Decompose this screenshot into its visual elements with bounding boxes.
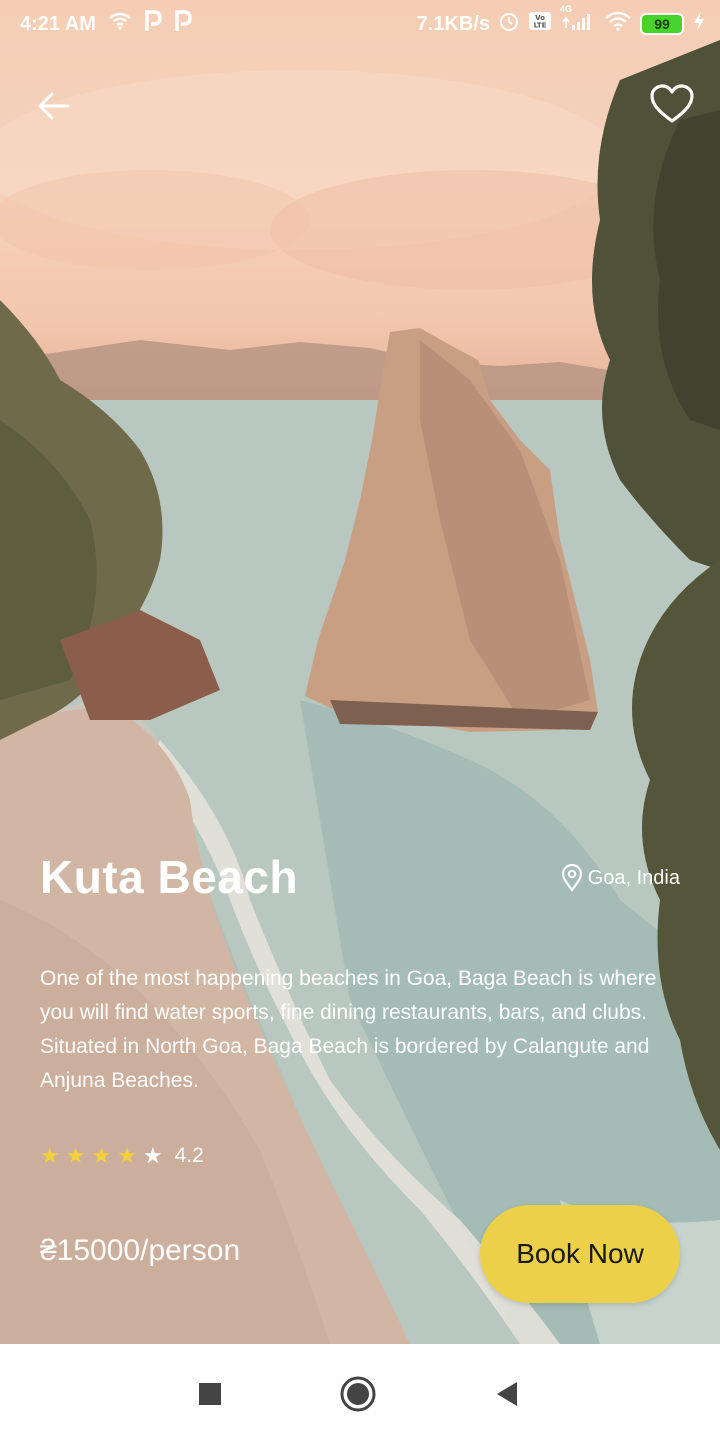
book-now-button[interactable]: Book Now bbox=[480, 1205, 680, 1303]
status-bar-left: 4:21 AM bbox=[20, 10, 192, 38]
location-pin-icon bbox=[561, 864, 582, 892]
price-label: ₴15000/person bbox=[40, 1234, 241, 1267]
rating-value: 4.2 bbox=[174, 1144, 204, 1167]
network-speed: 7.1KB/s bbox=[416, 12, 490, 35]
navigation-bar bbox=[0, 1344, 720, 1440]
star-icon: ★ bbox=[65, 1143, 86, 1168]
star-icon: ★ bbox=[142, 1143, 163, 1168]
signal-icon: 4G bbox=[560, 4, 596, 38]
place-description: One of the most happening beaches in Goa… bbox=[40, 967, 657, 1092]
alarm-icon bbox=[498, 10, 520, 38]
favorite-button[interactable] bbox=[648, 82, 696, 126]
home-button[interactable] bbox=[338, 1374, 378, 1414]
back-button[interactable] bbox=[32, 84, 76, 128]
charging-icon bbox=[692, 10, 706, 38]
status-time: 4:21 AM bbox=[20, 12, 96, 35]
star-icon: ★ bbox=[40, 1143, 60, 1168]
wifi-icon bbox=[604, 11, 632, 37]
battery-indicator: 99 bbox=[640, 13, 684, 35]
star-icon: ★ bbox=[117, 1143, 137, 1168]
p-app-icon bbox=[174, 10, 192, 38]
star-icon: ★ bbox=[91, 1143, 112, 1168]
network-type-label: 4G bbox=[560, 4, 573, 14]
square-recents-icon bbox=[199, 1383, 221, 1405]
volte-icon: Vo LTE bbox=[528, 11, 552, 37]
recents-button[interactable] bbox=[190, 1374, 230, 1414]
place-title: Kuta Beach bbox=[40, 851, 299, 903]
circle-home-icon bbox=[340, 1376, 376, 1412]
triangle-back-icon bbox=[497, 1382, 517, 1406]
heart-icon bbox=[650, 84, 694, 123]
status-bar-right: 7.1KB/s Vo LTE 4G 99 bbox=[416, 4, 706, 38]
arrow-left-icon bbox=[38, 92, 70, 120]
p-app-icon bbox=[144, 10, 162, 38]
location-label: Goa, India bbox=[587, 866, 680, 889]
rating: ★ ★ ★ ★ ★ 4.2 bbox=[40, 1142, 204, 1170]
status-bar: 4:21 AM 7.1KB/s Vo LTE 4G 99 bbox=[0, 0, 720, 48]
svg-text:LTE: LTE bbox=[534, 22, 547, 30]
back-nav-button[interactable] bbox=[486, 1374, 526, 1414]
location: Goa, India bbox=[560, 864, 680, 892]
wifi-icon bbox=[108, 12, 132, 36]
